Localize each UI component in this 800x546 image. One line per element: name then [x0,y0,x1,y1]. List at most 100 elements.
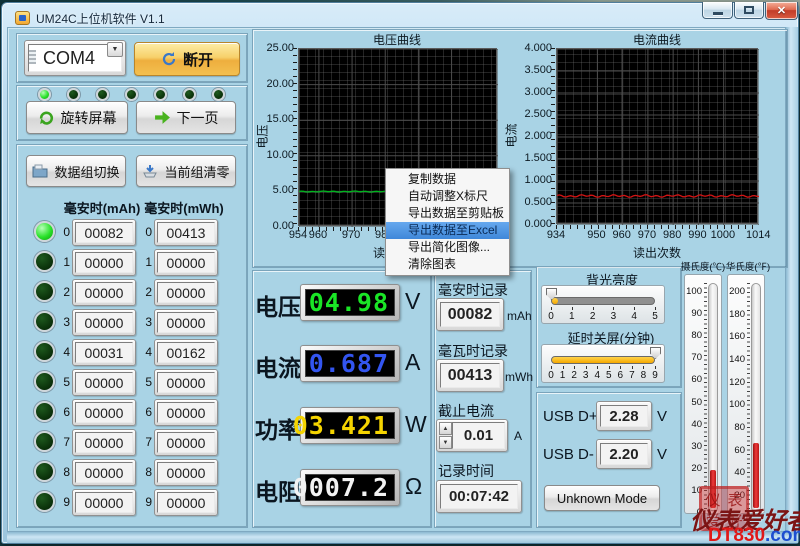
slider-ticklabel-8: 8 [641,370,647,381]
thermo-1-label-8: 40 [729,467,745,478]
xtick-1-2: 960 [610,229,634,241]
xtick-1-7: 1014 [746,229,770,241]
usb-dplus-field: 2.28 [596,401,652,431]
cutoff-current-value[interactable]: 0.01 [452,422,505,449]
slider-tickmark-0 [551,307,552,310]
menu-item-4[interactable]: 导出简化图像... [386,239,509,256]
thermo-1-label-0: 200 [729,286,745,297]
slider-ticklabel-3: 3 [611,311,617,322]
slider-tickmark-1 [572,307,573,310]
switch-group-button[interactable]: 数据组切换 [26,155,126,187]
mwh-value-9: 00000 [157,492,215,513]
charge-mode-button[interactable]: Unknown Mode [544,485,660,511]
title-bar[interactable]: UM24C上位机软件 V1.1 [2,3,800,28]
row-index-mwh-8: 8 [140,465,152,479]
screen-off-slider[interactable]: 0123456789 [541,344,665,383]
menu-item-0[interactable]: 复制数据 [386,171,509,188]
mah-value-5: 00000 [75,372,133,393]
close-button[interactable]: ✕ [765,2,798,20]
reading-label-1: 电流 [255,349,301,383]
usb-dplus-value: 2.28 [600,405,648,427]
thermo-0-label-7: 30 [686,441,702,452]
slider-tickmark-6 [620,366,621,369]
clear-group-button[interactable]: 当前组清零 [136,155,236,187]
xtick-1-5: 990 [685,229,709,241]
slider-tickmark-3 [613,307,614,310]
usb-dplus-label: USB D+ [543,408,598,425]
disconnect-button[interactable]: 断开 [134,42,240,76]
next-page-button[interactable]: 下一页 [136,101,236,134]
thermo-0-label-2: 80 [686,330,702,341]
ytick-0-2: 10.00 [252,149,294,161]
menu-item-1[interactable]: 自动调整X标尺 [386,188,509,205]
slider-track[interactable] [551,297,655,305]
disconnect-label: 断开 [183,49,213,70]
thermometer-1: 20018016014012010080604020 [727,274,765,514]
chart-context-menu: 复制数据自动调整X标尺导出数据至剪贴板导出数据至Excel导出简化图像...清除… [385,168,510,276]
row-index-mah-5: 5 [58,375,70,389]
menu-item-5[interactable]: 清除图表 [386,256,509,273]
com-port-dropdown-button[interactable]: ▼ [107,42,123,57]
mah-value-8: 00000 [75,462,133,483]
chart-plot-1[interactable] [556,48,758,224]
mah-record-field: 00082 [436,298,504,331]
mah-value-3: 00000 [75,312,133,333]
ytick-0-3: 15.00 [252,113,294,125]
thermo-1-label-4: 120 [729,377,745,388]
rotate-icon [38,109,55,126]
row-led-8 [34,461,55,482]
spin-up-button[interactable]: ▲ [439,422,452,435]
row-index-mwh-6: 6 [140,405,152,419]
maximize-button[interactable] [734,2,764,19]
row-index-mah-0: 0 [58,225,70,239]
watermark-brand: DT830 [708,525,765,546]
mah-value-0: 00082 [75,222,133,243]
usb-dminus-field: 2.20 [596,439,652,469]
mah-field-5: 00000 [72,369,136,396]
next-page-label: 下一页 [177,108,219,128]
mwh-field-4: 00162 [154,339,218,366]
thermo-0-label-4: 60 [686,374,702,385]
slider-ticklabel-4: 4 [631,311,637,322]
record-time-label: 记录时间 [438,461,494,481]
xtick-1-0: 934 [544,229,568,241]
mwh-record-label: 毫瓦时记录 [438,341,508,361]
thermo-1-ticks [747,283,750,511]
slider-tickmark-8 [643,366,644,369]
thermo-0-label-1: 90 [686,308,702,319]
reading-value-3: 0007.2 [305,474,395,501]
row-led-2 [34,281,55,302]
minimize-icon [713,12,723,15]
menu-item-3[interactable]: 导出数据至Excel [386,222,509,239]
row-index-mwh-1: 1 [140,255,152,269]
row-index-mah-4: 4 [58,345,70,359]
row-index-mwh-4: 4 [140,345,152,359]
minimize-button[interactable] [702,2,733,19]
thermo-0-label-3: 70 [686,352,702,363]
reading-unit-3: Ω [405,473,422,500]
record-time-value: 00:07:42 [440,484,518,509]
slider-tickmark-9 [655,366,656,369]
spin-down-button[interactable]: ▼ [439,436,452,449]
arrow-right-icon [154,110,171,125]
thermo-1-label-6: 80 [729,422,745,433]
reading-value-0: 04.98 [305,289,395,316]
slider-ticklabel-0: 0 [548,311,554,322]
mah-column-header: 毫安时(mAh) [64,198,141,217]
slider-tickmark-5 [609,366,610,369]
backlight-slider[interactable]: 012345 [541,285,665,324]
xtick-1-1: 950 [584,229,608,241]
chart-xlabel-1: 读出次数 [633,244,681,261]
switch-group-label: 数据组切换 [54,162,119,181]
slider-tickmark-3 [586,366,587,369]
row-index-mah-3: 3 [58,315,70,329]
menu-item-2[interactable]: 导出数据至剪贴板 [386,205,509,222]
celsius-title: 摄氏度(℃) [681,259,725,273]
slider-tickmark-7 [632,366,633,369]
mwh-value-8: 00000 [157,462,215,483]
mwh-record-value: 00413 [440,363,500,388]
ytick-0-1: 5.00 [252,184,294,196]
reading-display-1: 0.687 [300,345,400,382]
row-led-4 [34,341,55,362]
rotate-screen-button[interactable]: 旋转屏幕 [26,101,128,134]
